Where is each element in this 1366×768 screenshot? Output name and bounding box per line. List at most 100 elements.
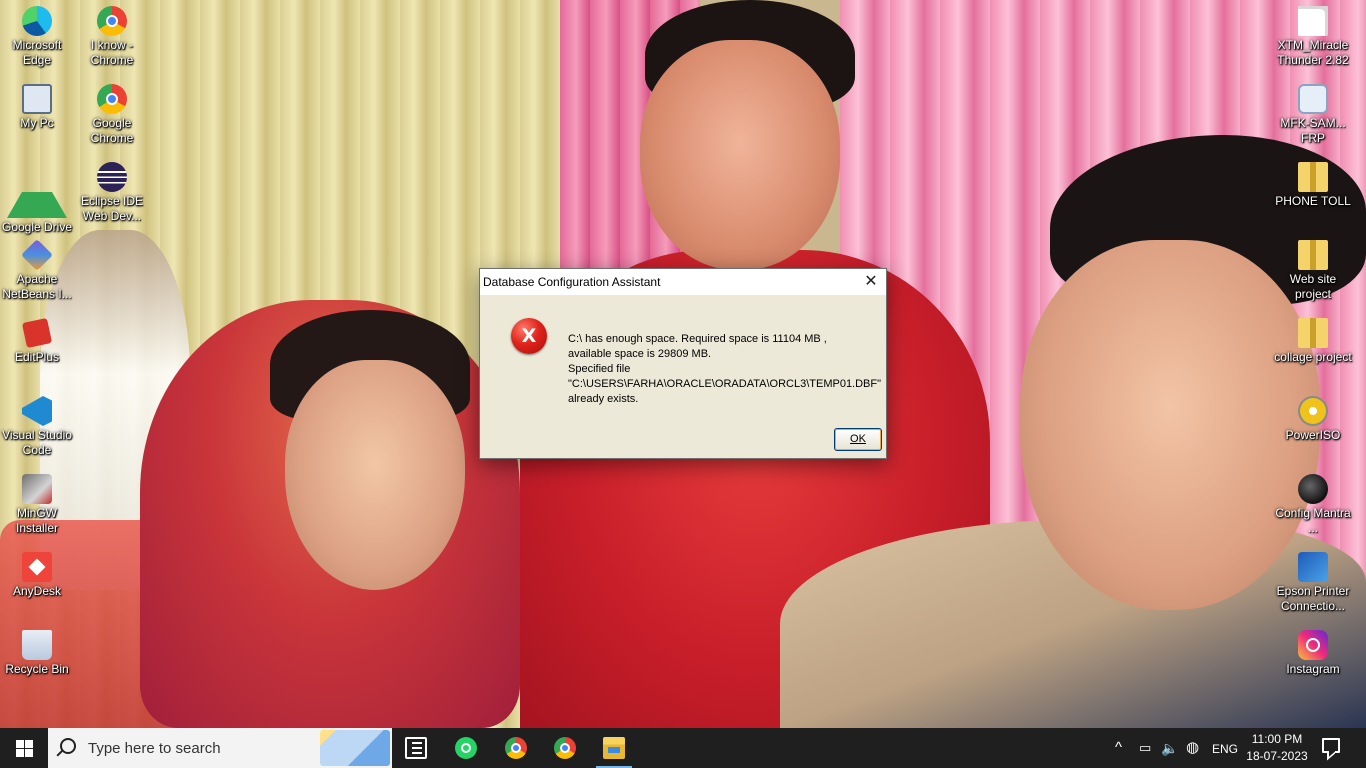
taskbar-chrome-1[interactable]	[492, 728, 540, 768]
message-line: already exists.	[568, 393, 639, 405]
task-view-icon	[405, 737, 427, 759]
show-hidden-icons-chevron-icon[interactable]: ^	[1115, 739, 1122, 757]
google-drive-icon	[7, 162, 67, 218]
start-button[interactable]	[0, 728, 48, 768]
system-clock[interactable]: 11:00 PM 18-07-2023	[1242, 731, 1312, 765]
language-indicator[interactable]: ENG	[1212, 740, 1238, 758]
desktop-icon-collage-project[interactable]: collage project	[1274, 318, 1352, 365]
chrome-icon	[554, 737, 576, 759]
desktop-icon-recycle-bin[interactable]: Recycle Bin	[0, 630, 74, 677]
desktop-icon-config-mantra[interactable]: Config Mantra ...	[1274, 474, 1352, 536]
desktop-icon-mingw[interactable]: MinGW Installer	[0, 474, 74, 536]
desktop-icon-anydesk[interactable]: AnyDesk	[0, 552, 74, 599]
volume-icon[interactable]: 🔈	[1161, 739, 1178, 757]
desktop-icon-label: PHONE TOLL	[1275, 194, 1351, 208]
desktop-icon-label: Instagram	[1286, 662, 1340, 676]
clock-time: 11:00 PM	[1251, 732, 1303, 746]
desktop-icon-label: Visual Studio Code	[2, 428, 72, 457]
desktop-icon-label: MFK-SAM... FRP	[1280, 116, 1346, 145]
desktop-icon-vscode[interactable]: Visual Studio Code	[0, 396, 74, 458]
taskbar-whatsapp[interactable]	[442, 728, 490, 768]
zip-icon	[1298, 162, 1328, 192]
netbeans-icon	[21, 239, 53, 271]
desktop-icon-my-pc[interactable]: My Pc	[0, 84, 74, 131]
desktop-icon-label: Microsoft Edge	[12, 38, 62, 67]
file-icon	[1298, 6, 1328, 36]
mingw-icon	[22, 474, 52, 504]
desktop-icon-label: Google Chrome	[90, 116, 134, 145]
taskbar-file-explorer[interactable]	[590, 728, 638, 768]
wallpaper-person-center-face	[640, 40, 840, 270]
error-dialog: Database Configuration Assistant ✕ X C:\…	[479, 268, 887, 459]
desktop-icon-phone-toll[interactable]: PHONE TOLL	[1274, 162, 1352, 209]
wallpaper-person-left-face	[285, 360, 465, 590]
desktop-icon-poweriso[interactable]: PowerISO	[1274, 396, 1352, 443]
instagram-icon	[1298, 630, 1328, 660]
clock-date: 18-07-2023	[1246, 749, 1308, 763]
desktop-icon-epson[interactable]: Epson Printer Connectio...	[1274, 552, 1352, 614]
desktop-icon-label: Web site project	[1289, 272, 1337, 301]
epson-icon	[1298, 552, 1328, 582]
search-placeholder: Type here to search	[88, 740, 221, 757]
taskbar-search-box[interactable]: Type here to search	[48, 728, 392, 768]
taskbar-task-view[interactable]	[392, 728, 440, 768]
desktop-icon-label: Epson Printer Connectio...	[1276, 584, 1350, 613]
desktop-icon-web-site-project[interactable]: Web site project	[1274, 240, 1352, 302]
desktop-icon-editplus[interactable]: EditPlus	[0, 317, 74, 365]
close-icon[interactable]: ✕	[856, 269, 886, 295]
ok-button-label: OK	[850, 433, 866, 445]
search-icon	[60, 738, 76, 754]
usb-icon	[1298, 84, 1328, 114]
desktop-icon-google-chrome[interactable]: Google Chrome	[75, 84, 149, 146]
desktop-icon-netbeans[interactable]: Apache NetBeans I...	[0, 239, 74, 302]
whatsapp-icon	[455, 737, 477, 759]
desktop-icon-i-know-chrome[interactable]: I know - Chrome	[75, 6, 149, 68]
desktop-icon-label: Config Mantra ...	[1275, 506, 1351, 535]
desktop-icon-label: Recycle Bin	[5, 662, 69, 676]
desktop-icon-mfk-sam-frp[interactable]: MFK-SAM... FRP	[1274, 84, 1352, 146]
dialog-message: C:\ has enough space. Required space is …	[568, 332, 881, 407]
network-globe-icon[interactable]: ◍	[1186, 739, 1199, 757]
battery-icon[interactable]: ▭	[1139, 739, 1151, 757]
message-line: available space is 29809 MB.	[568, 348, 712, 360]
desktop-icon-eclipse[interactable]: Eclipse IDE Web Dev...	[75, 162, 149, 224]
desktop-icon-label: PowerISO	[1285, 428, 1341, 442]
config-mantra-icon	[1298, 474, 1328, 504]
taskbar-chrome-2[interactable]	[541, 728, 589, 768]
windows-logo-icon	[16, 740, 33, 757]
anydesk-icon	[22, 552, 52, 582]
message-line: Specified file	[568, 363, 631, 375]
chrome-icon	[97, 84, 127, 114]
computer-icon	[22, 84, 52, 114]
desktop-icon-xtm-miracle[interactable]: XTM_Miracle Thunder 2.82	[1274, 6, 1352, 68]
desktop-icon-label: My Pc	[20, 116, 54, 130]
zip-icon	[1298, 318, 1328, 348]
recycle-bin-icon	[22, 630, 52, 660]
vscode-icon	[22, 396, 52, 426]
desktop-icon-label: I know - Chrome	[90, 38, 134, 67]
desktop-icon-instagram[interactable]: Instagram	[1274, 630, 1352, 677]
search-highlight-image	[320, 730, 390, 766]
desktop-icon-label: AnyDesk	[12, 584, 62, 598]
folder-icon	[603, 737, 625, 759]
notifications-icon[interactable]	[1322, 738, 1340, 753]
poweriso-icon	[1298, 396, 1328, 426]
editplus-icon	[21, 317, 53, 349]
dialog-titlebar[interactable]: Database Configuration Assistant ✕	[480, 269, 886, 296]
desktop-icon-label: Apache NetBeans I...	[2, 272, 72, 301]
desktop-icon-label: XTM_Miracle Thunder 2.82	[1277, 38, 1349, 67]
desktop-icon-microsoft-edge[interactable]: Microsoft Edge	[0, 6, 74, 68]
taskbar: Type here to search ^ ▭ 🔈 ◍ ENG 11:00 PM…	[0, 728, 1366, 768]
desktop-icon-label: EditPlus	[14, 350, 60, 364]
message-line: C:\ has enough space. Required space is …	[568, 333, 827, 345]
chrome-icon	[97, 6, 127, 36]
ok-button[interactable]: OK	[834, 428, 882, 451]
desktop-icon-label: Google Drive	[1, 220, 73, 234]
desktop-icon-label: collage project	[1274, 350, 1352, 364]
desktop-icon-label: MinGW Installer	[15, 506, 59, 535]
zip-icon	[1298, 240, 1328, 270]
chrome-icon	[505, 737, 527, 759]
dialog-title: Database Configuration Assistant	[483, 275, 661, 289]
desktop-icon-google-drive[interactable]: Google Drive	[0, 162, 74, 235]
eclipse-icon	[97, 162, 127, 192]
